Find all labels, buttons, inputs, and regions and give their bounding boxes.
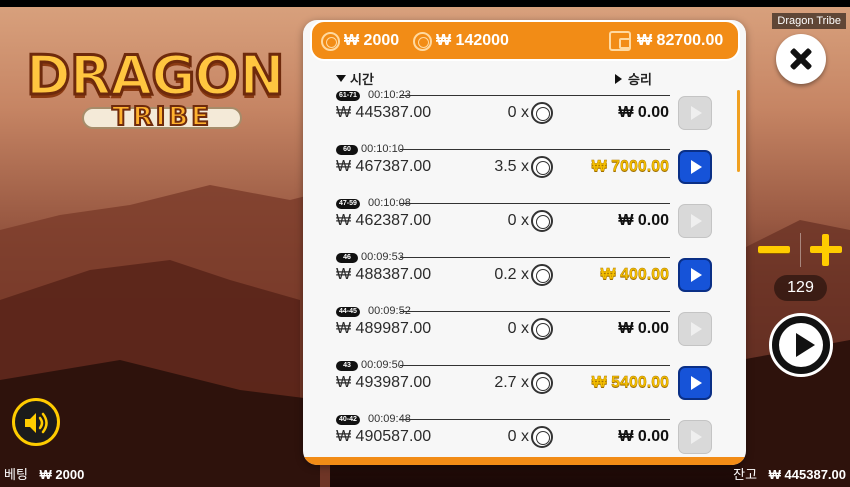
row-divider xyxy=(400,257,670,258)
row-multiplier: 0 x xyxy=(507,428,529,445)
panel-bottom-bar xyxy=(303,457,746,465)
footer-bet-label: 베팅 xyxy=(4,467,28,482)
logo-sub: TRIBE xyxy=(111,101,212,133)
row-time: 00:10:10 xyxy=(361,143,404,155)
row-win: ₩ 7000.00 xyxy=(591,158,669,175)
row-balance: ₩ 467387.00 xyxy=(336,158,432,175)
wallet-value: ₩ 82700.00 xyxy=(637,32,724,49)
row-divider xyxy=(400,149,670,150)
replay-button[interactable] xyxy=(678,420,712,454)
replay-button[interactable] xyxy=(678,312,712,346)
row-multiplier: 2.7 x xyxy=(494,374,529,391)
history-row: 43 00:09:50 ₩ 493987.00 2.7 x ₩ 5400.00 xyxy=(303,358,746,412)
row-divider xyxy=(400,203,670,204)
total-stat: ₩ 142000 xyxy=(413,31,509,51)
coin-icon xyxy=(531,264,553,286)
sort-down-icon xyxy=(336,75,346,82)
round-count: 129 xyxy=(774,275,827,301)
row-win: ₩ 400.00 xyxy=(600,266,669,283)
footer-balance-label: 잔고 xyxy=(733,467,758,482)
divider xyxy=(800,233,801,267)
replay-button[interactable] xyxy=(678,204,712,238)
panel-header: ₩ 2000 ₩ 142000 ₩ 82700.00 xyxy=(310,20,740,61)
bet-value: ₩ 2000 xyxy=(344,32,400,49)
row-multiplier: 0 x xyxy=(507,104,529,121)
game-title: Dragon Tribe xyxy=(772,13,846,29)
row-win: ₩ 0.00 xyxy=(618,104,669,121)
round-badge: 43 xyxy=(336,361,358,371)
history-row: 61-71 00:10:23 ₩ 445387.00 0 x ₩ 0.00 xyxy=(303,88,746,142)
row-divider xyxy=(400,95,670,96)
history-panel: ₩ 2000 ₩ 142000 ₩ 82700.00 시간 승리 61-71 0… xyxy=(303,20,746,465)
speaker-icon xyxy=(25,412,48,434)
round-badge: 46 xyxy=(336,253,358,263)
row-multiplier: 3.5 x xyxy=(494,158,529,175)
decrease-bet-button[interactable] xyxy=(758,246,790,253)
wallet-stat: ₩ 82700.00 xyxy=(609,31,723,51)
history-row: 46 00:09:53 ₩ 488387.00 0.2 x ₩ 400.00 xyxy=(303,250,746,304)
sound-button[interactable] xyxy=(12,398,60,446)
row-balance: ₩ 490587.00 xyxy=(336,428,432,445)
row-win: ₩ 0.00 xyxy=(618,428,669,445)
row-multiplier: 0 x xyxy=(507,320,529,337)
history-row: 60 00:10:10 ₩ 467387.00 3.5 x ₩ 7000.00 xyxy=(303,142,746,196)
row-time: 00:09:53 xyxy=(361,251,404,263)
coin-icon xyxy=(531,372,553,394)
row-divider xyxy=(400,311,670,312)
round-badge: 60 xyxy=(336,145,358,155)
coin-icon xyxy=(531,318,553,340)
row-win: ₩ 0.00 xyxy=(618,320,669,337)
close-button[interactable] xyxy=(776,34,826,84)
row-divider xyxy=(400,365,670,366)
coin-icon xyxy=(413,31,432,51)
row-multiplier: 0 x xyxy=(507,212,529,229)
total-value: ₩ 142000 xyxy=(436,32,509,49)
sort-time-header[interactable]: 시간 xyxy=(336,69,374,88)
footer-balance-value: ₩ 445387.00 xyxy=(768,467,846,482)
coin-icon xyxy=(531,426,553,448)
time-column-label: 시간 xyxy=(350,72,374,87)
bet-stat: ₩ 2000 xyxy=(321,31,399,51)
row-balance: ₩ 462387.00 xyxy=(336,212,432,229)
row-balance: ₩ 488387.00 xyxy=(336,266,432,283)
round-badge: 40-42 xyxy=(336,415,360,425)
coin-icon xyxy=(531,210,553,232)
row-win: ₩ 0.00 xyxy=(618,212,669,229)
wallet-icon xyxy=(609,31,631,51)
sort-right-icon xyxy=(615,73,622,84)
history-scrollbar[interactable] xyxy=(737,90,740,172)
row-win: ₩ 5400.00 xyxy=(591,374,669,391)
row-balance: ₩ 489987.00 xyxy=(336,320,432,337)
round-badge: 47-59 xyxy=(336,199,360,209)
replay-button[interactable] xyxy=(678,258,712,292)
replay-button[interactable] xyxy=(678,96,712,130)
row-time: 00:09:50 xyxy=(361,359,404,371)
top-bar xyxy=(0,0,850,7)
coin-icon xyxy=(321,31,340,51)
sort-win-header[interactable]: 승리 xyxy=(615,69,652,88)
increase-bet-button[interactable] xyxy=(810,234,842,266)
round-badge: 61-71 xyxy=(336,91,360,101)
row-balance: ₩ 445387.00 xyxy=(336,104,432,121)
round-badge: 44-45 xyxy=(336,307,360,317)
footer-bet-value: ₩ 2000 xyxy=(39,467,85,482)
coin-icon xyxy=(531,156,553,178)
logo-word: DRAGON xyxy=(25,43,287,109)
footer-bet: 베팅 ₩ 2000 xyxy=(4,464,84,483)
replay-button[interactable] xyxy=(678,150,712,184)
row-multiplier: 0.2 x xyxy=(494,266,529,283)
footer-balance: 잔고 ₩ 445387.00 xyxy=(733,464,846,483)
row-balance: ₩ 493987.00 xyxy=(336,374,432,391)
win-column-label: 승리 xyxy=(628,72,652,87)
replay-button[interactable] xyxy=(678,366,712,400)
play-button[interactable] xyxy=(769,313,833,377)
dragon-tribe-logo: DRAGON TRIBE xyxy=(22,40,287,140)
coin-icon xyxy=(531,102,553,124)
history-row: 47-59 00:10:08 ₩ 462387.00 0 x ₩ 0.00 xyxy=(303,196,746,250)
history-row: 44-45 00:09:52 ₩ 489987.00 0 x ₩ 0.00 xyxy=(303,304,746,358)
row-divider xyxy=(400,419,670,420)
